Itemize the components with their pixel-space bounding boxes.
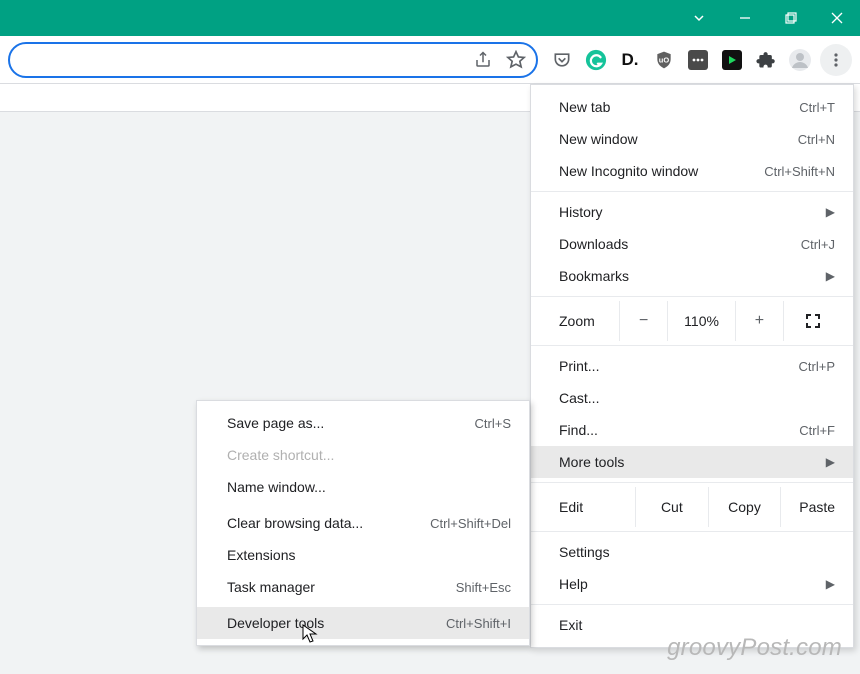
share-icon[interactable] (474, 51, 492, 69)
menu-print[interactable]: Print...Ctrl+P (531, 350, 853, 382)
submenu-save-page[interactable]: Save page as...Ctrl+S (197, 407, 529, 439)
edit-copy[interactable]: Copy (708, 487, 781, 527)
omnibox[interactable] (8, 42, 538, 78)
edit-label: Edit (559, 499, 635, 515)
menu-more-tools[interactable]: More tools▶ (531, 446, 853, 478)
star-icon[interactable] (506, 50, 526, 70)
watermark: groovyPost.com (667, 634, 842, 662)
menu-edit-row: Edit Cut Copy Paste (531, 487, 853, 527)
submenu-name-window[interactable]: Name window... (197, 471, 529, 503)
menu-cast[interactable]: Cast... (531, 382, 853, 414)
ublock-extension-icon[interactable]: uO (650, 46, 678, 74)
menu-bookmarks[interactable]: Bookmarks▶ (531, 260, 853, 292)
window-titlebar (0, 0, 860, 36)
profile-avatar-icon[interactable] (786, 46, 814, 74)
more-tools-submenu: Save page as...Ctrl+S Create shortcut...… (196, 400, 530, 646)
submenu-clear-browsing-data[interactable]: Clear browsing data...Ctrl+Shift+Del (197, 507, 529, 539)
menu-find[interactable]: Find...Ctrl+F (531, 414, 853, 446)
tab-dropdown-chevron[interactable] (676, 0, 722, 36)
zoom-label: Zoom (559, 313, 619, 329)
zoom-in-button[interactable]: + (735, 301, 783, 341)
edit-cut[interactable]: Cut (635, 487, 708, 527)
fullscreen-button[interactable] (783, 301, 841, 341)
extensions-row: D. uO (538, 44, 852, 76)
zoom-percent: 110% (667, 301, 734, 341)
menu-history[interactable]: History▶ (531, 196, 853, 228)
menu-zoom-row: Zoom − 110% + (531, 301, 853, 341)
pocket-extension-icon[interactable] (548, 46, 576, 74)
browser-toolbar: D. uO (0, 36, 860, 84)
submenu-developer-tools[interactable]: Developer toolsCtrl+Shift+I (197, 607, 529, 639)
svg-text:uO: uO (659, 55, 670, 64)
dots-extension-icon[interactable] (684, 46, 712, 74)
edit-paste[interactable]: Paste (780, 487, 853, 527)
menu-help[interactable]: Help▶ (531, 568, 853, 600)
menu-new-tab[interactable]: New tabCtrl+T (531, 91, 853, 123)
chrome-menu-button[interactable] (820, 44, 852, 76)
d-extension-icon[interactable]: D. (616, 46, 644, 74)
window-maximize-button[interactable] (768, 0, 814, 36)
menu-settings[interactable]: Settings (531, 536, 853, 568)
grammarly-extension-icon[interactable] (582, 46, 610, 74)
window-close-button[interactable] (814, 0, 860, 36)
play-extension-icon[interactable] (718, 46, 746, 74)
zoom-out-button[interactable]: − (619, 301, 667, 341)
submenu-create-shortcut: Create shortcut... (197, 439, 529, 471)
chrome-main-menu: New tabCtrl+T New windowCtrl+N New Incog… (530, 84, 854, 648)
window-minimize-button[interactable] (722, 0, 768, 36)
menu-downloads[interactable]: DownloadsCtrl+J (531, 228, 853, 260)
submenu-task-manager[interactable]: Task managerShift+Esc (197, 571, 529, 603)
menu-new-incognito[interactable]: New Incognito windowCtrl+Shift+N (531, 155, 853, 187)
menu-new-window[interactable]: New windowCtrl+N (531, 123, 853, 155)
extensions-puzzle-icon[interactable] (752, 46, 780, 74)
submenu-extensions[interactable]: Extensions (197, 539, 529, 571)
